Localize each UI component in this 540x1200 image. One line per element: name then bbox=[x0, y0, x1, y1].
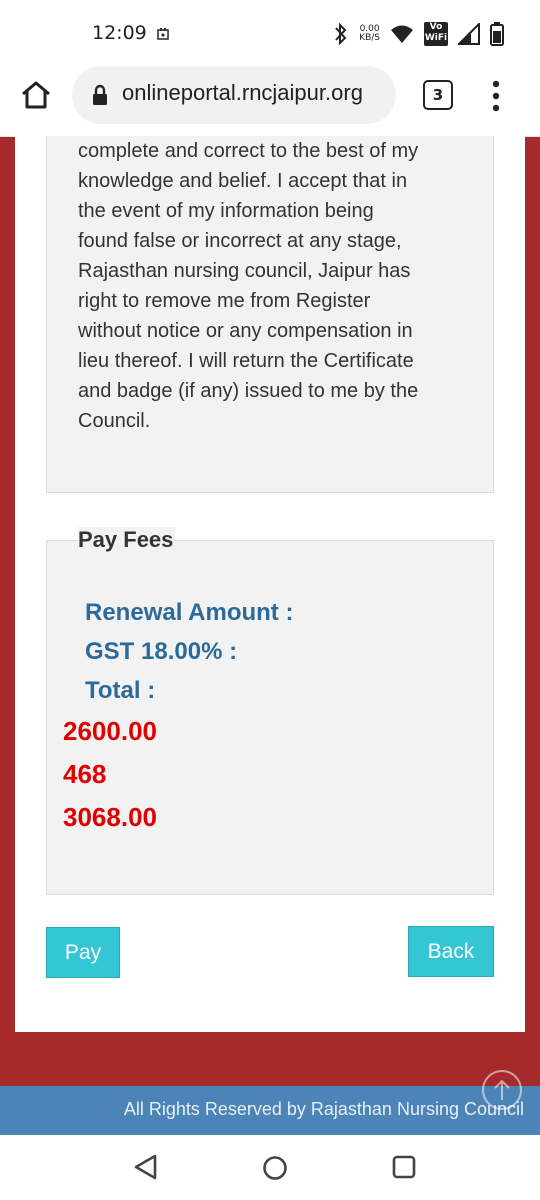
more-options-icon[interactable] bbox=[488, 78, 504, 114]
screenshot-notification-icon bbox=[157, 28, 169, 40]
speed-unit: KB/S bbox=[359, 33, 380, 43]
declaration-text: complete and correct to the best of my k… bbox=[78, 140, 419, 432]
main-panel: complete and correct to the best of my k… bbox=[15, 136, 525, 1032]
battery-icon bbox=[490, 22, 504, 46]
tab-switcher-button[interactable]: 3 bbox=[423, 80, 453, 110]
gst-label: GST 18.00% : bbox=[85, 638, 238, 665]
pay-fees-legend: Pay Fees bbox=[78, 527, 176, 553]
pay-fees-fieldset: Pay Fees Renewal Amount : GST 18.00% : T… bbox=[46, 527, 494, 895]
back-button[interactable]: Back bbox=[408, 926, 494, 977]
arrow-up-icon bbox=[494, 1079, 510, 1100]
browser-toolbar: onlineportal.rncjaipur.org 3 bbox=[0, 66, 540, 137]
footer-copyright: All Rights Reserved by Rajasthan Nursing… bbox=[123, 1099, 524, 1119]
status-icons: 0.00 KB/S Vo WiFi bbox=[333, 20, 504, 48]
system-navigation-bar bbox=[0, 1135, 540, 1200]
declaration-box: complete and correct to the best of my k… bbox=[46, 136, 494, 493]
bluetooth-icon bbox=[335, 22, 347, 46]
home-icon[interactable] bbox=[20, 79, 52, 111]
site-footer: All Rights Reserved by Rajasthan Nursing… bbox=[0, 1086, 540, 1135]
total-label: Total : bbox=[85, 677, 156, 704]
renewal-amount-value: 2600.00 bbox=[63, 716, 157, 746]
pay-button[interactable]: Pay bbox=[46, 927, 120, 978]
signal-icon bbox=[458, 23, 480, 45]
scroll-to-top-button[interactable] bbox=[482, 1070, 522, 1110]
lock-icon[interactable] bbox=[92, 84, 108, 106]
wifi-label: WiFi bbox=[424, 33, 448, 43]
status-time: 12:09 bbox=[92, 22, 147, 44]
wifi-icon bbox=[391, 25, 413, 43]
url-text[interactable]: onlineportal.rncjaipur.org bbox=[122, 80, 363, 106]
recent-apps-icon[interactable] bbox=[392, 1155, 416, 1179]
volte-label: Vo bbox=[429, 22, 443, 32]
address-bar[interactable]: onlineportal.rncjaipur.org bbox=[72, 66, 396, 124]
network-speed: 0.00 KB/S bbox=[359, 25, 380, 43]
status-bar: 12:09 0.00 KB/S Vo WiFi bbox=[0, 0, 540, 66]
back-triangle-icon[interactable] bbox=[133, 1154, 159, 1180]
total-amount-value: 3068.00 bbox=[63, 802, 157, 832]
home-circle-icon[interactable] bbox=[262, 1155, 288, 1181]
renewal-amount-label: Renewal Amount : bbox=[85, 599, 294, 626]
volte-wifi-badge: Vo WiFi bbox=[424, 22, 448, 46]
gst-amount-value: 468 bbox=[63, 759, 107, 789]
